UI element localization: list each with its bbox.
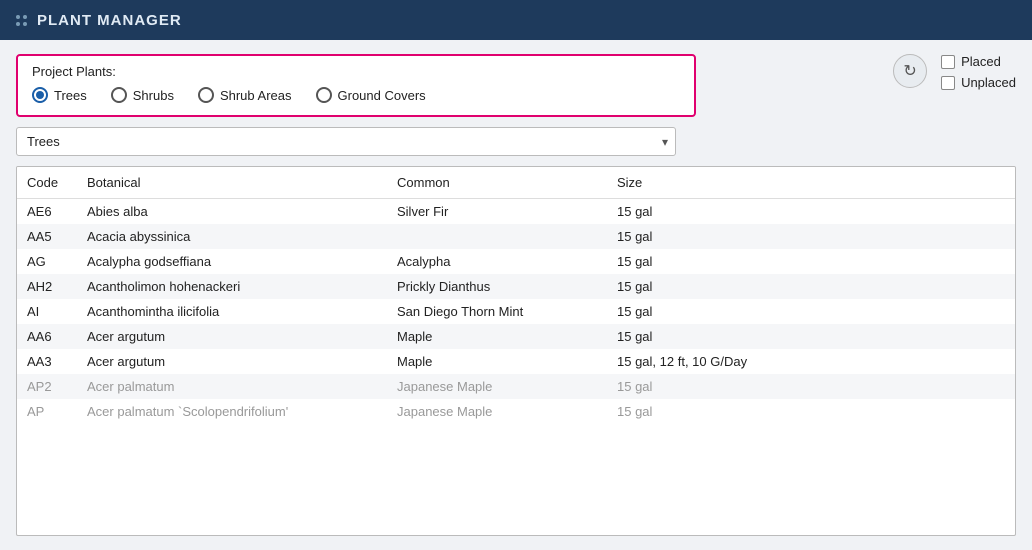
cell-code: AA3 <box>17 349 77 374</box>
radio-trees[interactable]: Trees <box>32 87 87 103</box>
cell-code: AA5 <box>17 224 77 249</box>
cell-size: 15 gal <box>607 199 1015 225</box>
radio-circle-shrubs[interactable] <box>111 87 127 103</box>
cell-botanical: Acanthomintha ilicifolia <box>77 299 387 324</box>
radio-ground-covers[interactable]: Ground Covers <box>316 87 426 103</box>
cell-common: Japanese Maple <box>387 374 607 399</box>
header-row: Project Plants: Trees Shrubs Shrub Areas <box>16 54 1016 156</box>
cell-code: AG <box>17 249 77 274</box>
radio-shrub-areas[interactable]: Shrub Areas <box>198 87 292 103</box>
cell-botanical: Acantholimon hohenackeri <box>77 274 387 299</box>
table-row[interactable]: AH2Acantholimon hohenackeriPrickly Diant… <box>17 274 1015 299</box>
cell-size: 15 gal <box>607 324 1015 349</box>
radio-label-shrub-areas: Shrub Areas <box>220 88 292 103</box>
cell-botanical: Acer argutum <box>77 324 387 349</box>
main-panel: Project Plants: Trees Shrubs Shrub Areas <box>0 40 1032 550</box>
cell-code: AI <box>17 299 77 324</box>
cell-size: 15 gal <box>607 224 1015 249</box>
radio-shrubs[interactable]: Shrubs <box>111 87 174 103</box>
cell-botanical: Acer argutum <box>77 349 387 374</box>
cell-common: Acalypha <box>387 249 607 274</box>
project-plants-box: Project Plants: Trees Shrubs Shrub Areas <box>16 54 696 117</box>
table-row[interactable]: AP2Acer palmatumJapanese Maple15 gal <box>17 374 1015 399</box>
cell-common: Silver Fir <box>387 199 607 225</box>
placed-checkbox[interactable] <box>941 55 955 69</box>
cell-common: Maple <box>387 324 607 349</box>
cell-size: 15 gal, 12 ft, 10 G/Day <box>607 349 1015 374</box>
unplaced-label: Unplaced <box>961 75 1016 90</box>
table-row[interactable]: AA5Acacia abyssinica 15 gal <box>17 224 1015 249</box>
col-header-botanical: Botanical <box>77 167 387 199</box>
table-row[interactable]: APAcer palmatum `Scolopendrifolium'Japan… <box>17 399 1015 424</box>
radio-label-ground-covers: Ground Covers <box>338 88 426 103</box>
cell-botanical: Acer palmatum <box>77 374 387 399</box>
project-plants-label: Project Plants: <box>32 64 680 79</box>
cell-botanical: Acalypha godseffiana <box>77 249 387 274</box>
radio-circle-ground-covers[interactable] <box>316 87 332 103</box>
placed-label: Placed <box>961 54 1001 69</box>
cell-common: San Diego Thorn Mint <box>387 299 607 324</box>
table-row[interactable]: AGAcalypha godseffianaAcalypha15 gal <box>17 249 1015 274</box>
cell-size: 15 gal <box>607 249 1015 274</box>
left-section: Project Plants: Trees Shrubs Shrub Areas <box>16 54 893 156</box>
plant-table: Code Botanical Common Size AE6Abies alba… <box>17 167 1015 424</box>
plant-table-container: Code Botanical Common Size AE6Abies alba… <box>16 166 1016 536</box>
cell-code: AE6 <box>17 199 77 225</box>
table-row[interactable]: AA6Acer argutumMaple15 gal <box>17 324 1015 349</box>
cell-code: AH2 <box>17 274 77 299</box>
dropdown-wrapper: Trees ▾ <box>16 127 676 156</box>
cell-code: AP <box>17 399 77 424</box>
placed-checkbox-row[interactable]: Placed <box>941 54 1016 69</box>
cell-code: AA6 <box>17 324 77 349</box>
cell-size: 15 gal <box>607 274 1015 299</box>
col-header-size: Size <box>607 167 1015 199</box>
cell-botanical: Abies alba <box>77 199 387 225</box>
cell-size: 15 gal <box>607 399 1015 424</box>
unplaced-checkbox-row[interactable]: Unplaced <box>941 75 1016 90</box>
table-row[interactable]: AIAcanthomintha ilicifoliaSan Diego Thor… <box>17 299 1015 324</box>
cell-botanical: Acer palmatum `Scolopendrifolium' <box>77 399 387 424</box>
cell-botanical: Acacia abyssinica <box>77 224 387 249</box>
table-row[interactable]: AA3Acer argutumMaple15 gal, 12 ft, 10 G/… <box>17 349 1015 374</box>
app-title: PLANT MANAGER <box>37 12 182 29</box>
unplaced-checkbox[interactable] <box>941 76 955 90</box>
right-controls: ↻ Placed Unplaced <box>893 54 1016 92</box>
cell-common <box>387 224 607 249</box>
cell-common: Prickly Dianthus <box>387 274 607 299</box>
title-bar: PLANT MANAGER <box>0 0 1032 40</box>
cell-code: AP2 <box>17 374 77 399</box>
checks-col: Placed Unplaced <box>941 54 1016 90</box>
cell-size: 15 gal <box>607 374 1015 399</box>
cell-common: Maple <box>387 349 607 374</box>
cell-common: Japanese Maple <box>387 399 607 424</box>
table-header-row: Code Botanical Common Size <box>17 167 1015 199</box>
radio-label-trees: Trees <box>54 88 87 103</box>
refresh-button[interactable]: ↻ <box>893 54 927 88</box>
radio-circle-shrub-areas[interactable] <box>198 87 214 103</box>
col-header-common: Common <box>387 167 607 199</box>
radio-circle-trees[interactable] <box>32 87 48 103</box>
drag-handle-icon[interactable] <box>16 15 27 26</box>
radio-group: Trees Shrubs Shrub Areas Ground Covers <box>32 87 680 103</box>
plant-type-dropdown[interactable]: Trees <box>16 127 676 156</box>
cell-size: 15 gal <box>607 299 1015 324</box>
radio-label-shrubs: Shrubs <box>133 88 174 103</box>
table-row[interactable]: AE6Abies albaSilver Fir15 gal <box>17 199 1015 225</box>
col-header-code: Code <box>17 167 77 199</box>
